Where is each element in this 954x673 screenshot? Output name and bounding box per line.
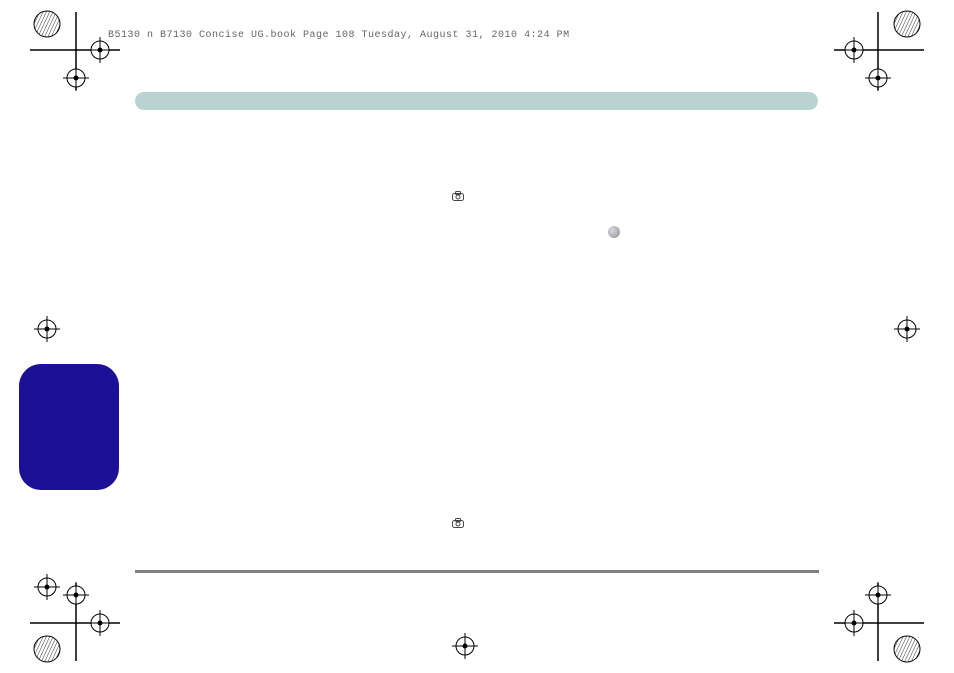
crop-mark-right	[894, 316, 920, 342]
sphere-icon	[608, 226, 620, 238]
crop-mark-top-right	[834, 0, 954, 100]
footer-rule	[135, 570, 819, 573]
crop-mark-bottom-center	[452, 633, 478, 659]
camera-icon	[452, 191, 464, 201]
crop-mark-top-left	[0, 0, 120, 100]
crop-mark-left	[34, 316, 60, 342]
page-header-text: B5130 n B7130 Concise UG.book Page 108 T…	[108, 30, 570, 41]
crop-mark-left-lower	[34, 574, 60, 600]
side-tab	[19, 364, 119, 490]
section-heading-bar	[135, 92, 818, 110]
crop-mark-bottom-right	[834, 573, 954, 673]
crop-mark-bottom-left	[0, 573, 120, 673]
camera-icon	[452, 518, 464, 528]
